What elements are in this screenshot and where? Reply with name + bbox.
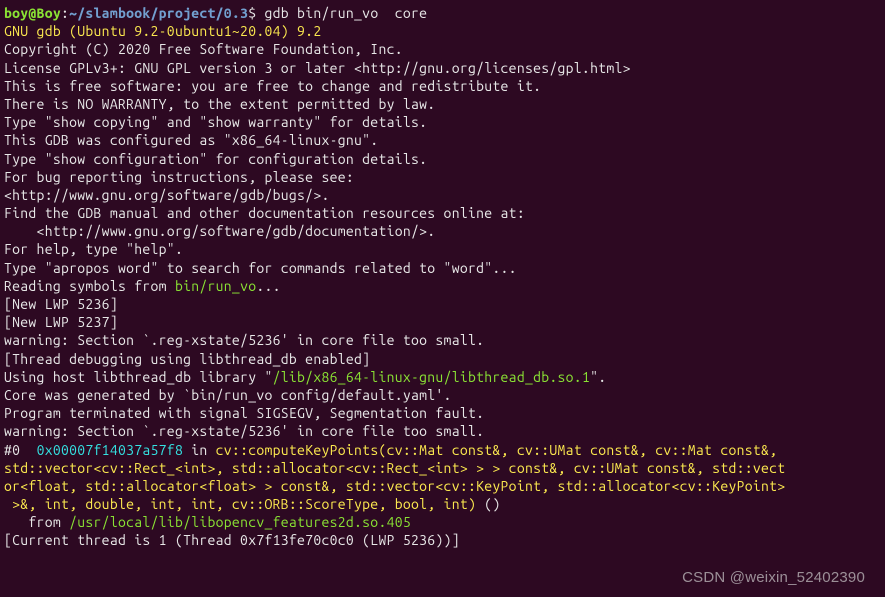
intro-line: This GDB was configured as "x86_64-linux… (4, 131, 881, 149)
intro-line: For bug reporting instructions, please s… (4, 168, 881, 186)
intro-line: For help, type "help". (4, 240, 881, 258)
watermark: CSDN @weixin_52402390 (682, 568, 865, 588)
frame-line: std::vector<cv::Rect_<int>, std::allocat… (4, 459, 881, 477)
core-generated: Core was generated by `bin/run_vo config… (4, 386, 881, 404)
prompt-dollar: $ (248, 5, 264, 21)
frame-line: or<float, std::allocator<float> > const&… (4, 477, 881, 495)
intro-line: <http://www.gnu.org/software/gdb/bugs/>. (4, 186, 881, 204)
prompt-path: ~/slambook/project/0.3 (69, 5, 248, 21)
frame-from: from /usr/local/lib/libopencv_features2d… (4, 513, 881, 531)
frame-func: cv::computeKeyPoints(cv::Mat const&, cv:… (216, 442, 786, 458)
intro-line: Type "show configuration" for configurat… (4, 150, 881, 168)
intro-line: Type "show copying" and "show warranty" … (4, 113, 881, 131)
lwp-line: [New LWP 5237] (4, 313, 881, 331)
frame-num: #0 (4, 442, 37, 458)
prompt-cmd: gdb bin/run_vo core (265, 5, 428, 21)
warning-line: warning: Section `.reg-xstate/5236' in c… (4, 331, 881, 349)
intro-line: This is free software: you are free to c… (4, 77, 881, 95)
frame-func: >&, int, double, int, int, cv::ORB::Scor… (4, 496, 476, 512)
prompt-line[interactable]: boy@Boy:~/slambook/project/0.3$ gdb bin/… (4, 4, 881, 22)
thread-debugging: [Thread debugging using libthread_db ena… (4, 350, 881, 368)
frame-func: or<float, std::allocator<float> > const&… (4, 478, 785, 494)
current-thread: [Current thread is 1 (Thread 0x7f13fe70c… (4, 531, 881, 549)
symbols-path: bin/run_vo (175, 278, 256, 294)
warning-line: warning: Section `.reg-xstate/5236' in c… (4, 422, 881, 440)
intro-line: <http://www.gnu.org/software/gdb/documen… (4, 222, 881, 240)
frame-address: 0x00007f14037a57f8 (37, 442, 184, 458)
prompt-user: boy@Boy (4, 5, 61, 21)
host-lib-path: /lib/x86_64-linux-gnu/libthread_db.so.1 (273, 369, 590, 385)
frame-line: #0 0x00007f14037a57f8 in cv::computeKeyP… (4, 441, 881, 459)
host-lib: Using host libthread_db library "/lib/x8… (4, 368, 881, 386)
intro-line: Copyright (C) 2020 Free Software Foundat… (4, 40, 881, 58)
gdb-version: GNU gdb (Ubuntu 9.2-0ubuntu1~20.04) 9.2 (4, 22, 881, 40)
intro-line: There is NO WARRANTY, to the extent perm… (4, 95, 881, 113)
frame-func: std::vector<cv::Rect_<int>, std::allocat… (4, 460, 785, 476)
intro-line: License GPLv3+: GNU GPL version 3 or lat… (4, 59, 881, 77)
lwp-line: [New LWP 5236] (4, 295, 881, 313)
program-terminated: Program terminated with signal SIGSEGV, … (4, 404, 881, 422)
reading-symbols: Reading symbols from bin/run_vo... (4, 277, 881, 295)
frame-from-path: /usr/local/lib/libopencv_features2d.so.4… (69, 514, 411, 530)
intro-line: Type "apropos word" to search for comman… (4, 259, 881, 277)
prompt-sep: : (61, 5, 69, 21)
frame-line: >&, int, double, int, int, cv::ORB::Scor… (4, 495, 881, 513)
intro-line: Find the GDB manual and other documentat… (4, 204, 881, 222)
